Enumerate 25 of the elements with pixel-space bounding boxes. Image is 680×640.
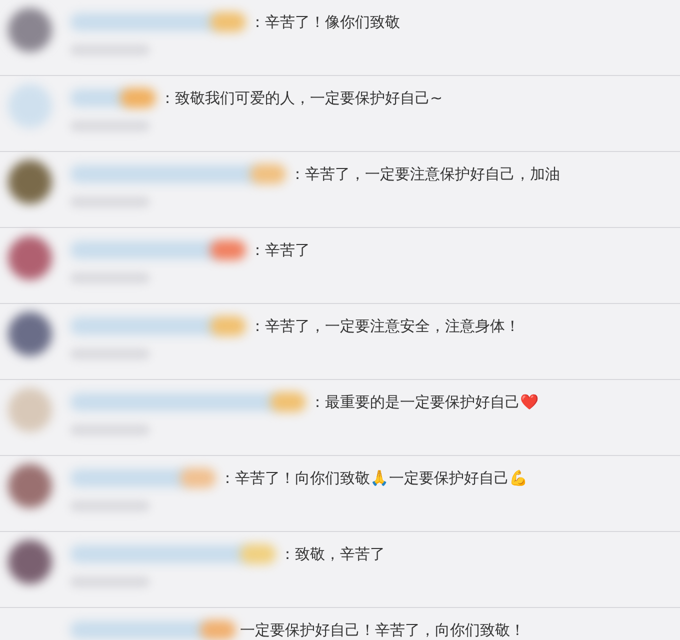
comment-text: ：致敬，辛苦了 [280,544,385,564]
blurred-badge [180,468,216,488]
blurred-badge [240,544,276,564]
comment-text: 一定要保护好自己！辛苦了，向你们致敬！ [240,620,525,640]
blurred-badge [200,620,236,640]
blurred-badge [250,164,286,184]
blurred-avatar [8,464,52,508]
comment-text: ：辛苦了！像你们致敬 [250,12,400,32]
blurred-avatar [8,8,52,52]
blurred-avatar [8,236,52,280]
blurred-badge [120,88,156,108]
blurred-badge [270,392,306,412]
comment-text: ：辛苦了，一定要注意安全，注意身体！ [250,316,520,336]
comment-text: ：辛苦了，一定要注意保护好自己，加油 [290,164,560,184]
blurred-badge [210,316,246,336]
blurred-avatar [8,160,52,204]
blurred-avatar [8,388,52,432]
blurred-badge [210,12,246,32]
blurred-avatar [8,540,52,584]
blurred-badge [210,240,246,260]
comment-text: ：辛苦了！向你们致敬🙏一定要保护好自己💪 [220,468,528,488]
comment-text: ：最重要的是一定要保护好自己❤ [310,392,539,412]
blurred-avatar [8,312,52,356]
comment-text: ：辛苦了 [250,240,310,260]
comment-text: ：致敬我们可爱的人，一定要保护好自己~ [160,88,443,108]
